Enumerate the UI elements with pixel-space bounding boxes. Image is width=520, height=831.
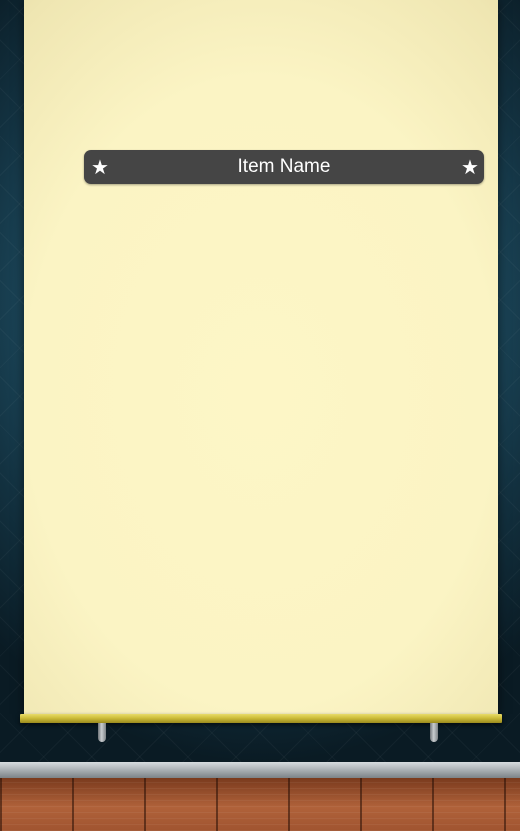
banner-bottom-bar <box>20 714 502 723</box>
banner-foot-right <box>430 723 438 742</box>
banner-foot-left <box>98 723 106 742</box>
wooden-floor <box>0 778 520 831</box>
baseboard <box>0 762 520 778</box>
item-name-label: Item Name <box>237 156 331 177</box>
roll-up-banner: ★ Item Name ★ <box>24 0 498 714</box>
star-icon[interactable]: ★ <box>460 157 480 177</box>
star-icon[interactable]: ★ <box>90 157 110 177</box>
item-name-bar[interactable]: ★ Item Name ★ <box>84 150 484 184</box>
